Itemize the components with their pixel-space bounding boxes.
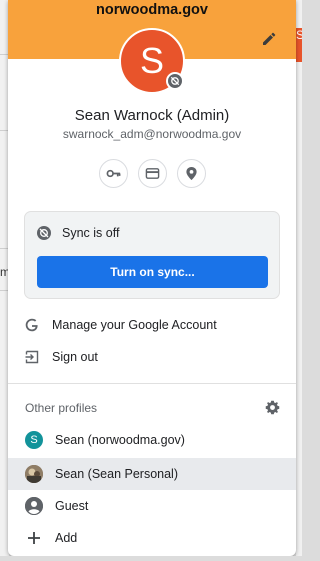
google-g-icon [25,318,39,332]
pencil-icon [263,32,276,45]
key-icon [106,169,120,178]
account-name: Sean Warnock (Admin) [74,107,230,124]
other-profiles-heading: Other profiles [25,401,98,415]
guest-icon [25,497,43,515]
profile-item[interactable]: S Sean (norwoodma.gov) [8,424,296,456]
add-profile-item[interactable]: Add [8,522,296,554]
photo-avatar [25,465,43,483]
guest-profile-item[interactable]: Guest [8,490,296,522]
manage-account-label: Manage your Google Account [52,318,217,332]
sync-off-icon [37,226,51,240]
profile-name: Sean (norwoodma.gov) [55,433,185,447]
section-divider [8,383,296,384]
sign-out-item[interactable]: Sign out [8,341,296,373]
sync-status-text: Sync is off [62,226,120,240]
background-text: S [296,28,302,42]
background-page-right [296,0,302,561]
location-pin-icon [185,167,197,180]
add-label: Add [55,531,78,545]
sync-off-badge-icon [166,72,184,90]
background-avatar-chip: S [296,28,302,62]
turn-on-sync-button[interactable]: Turn on sync... [37,256,268,288]
manage-profiles-button[interactable] [264,399,280,415]
org-title: norwoodma.gov [96,2,208,18]
profile-item[interactable]: Sean (Sean Personal) [8,458,296,490]
profile-name: Sean (Sean Personal) [55,467,178,481]
quick-actions [8,159,296,188]
guest-label: Guest [55,499,89,513]
sign-out-label: Sign out [52,350,98,364]
account-email: swarnock_adm@norwoodma.gov [62,127,242,141]
addresses-button[interactable] [176,159,206,188]
credit-card-icon [145,168,159,179]
background-bottom [0,556,302,561]
profile-avatar: S [25,431,43,449]
gear-icon [265,400,279,414]
sign-out-icon [25,350,39,364]
sync-card: Sync is off Turn on sync... [24,211,280,299]
avatar-letter: S [139,40,164,81]
passwords-button[interactable] [98,159,128,188]
payment-methods-button[interactable] [137,159,167,188]
edit-profile-button[interactable] [260,30,278,48]
sync-status: Sync is off [36,225,119,241]
profile-menu-popup: norwoodma.gov S Sean Warnock (Admin) swa… [8,0,296,556]
manage-google-account-item[interactable]: Manage your Google Account [8,309,296,341]
plus-icon [25,529,43,547]
profile-avatar-letter: S [30,434,38,446]
